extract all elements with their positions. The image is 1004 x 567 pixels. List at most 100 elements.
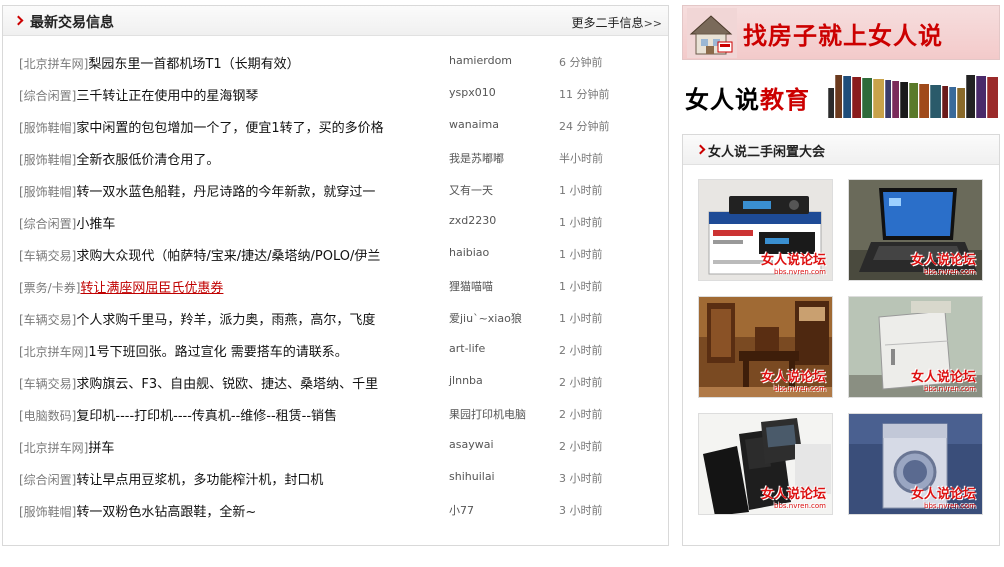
trade-user-link[interactable]: 果园打印机电脑 <box>449 406 526 422</box>
trade-category-link[interactable]: [电脑数码] <box>19 409 76 423</box>
latest-trade-title: 最新交易信息 <box>30 15 114 31</box>
watermark-url: bbs.nvren.com <box>924 268 976 276</box>
trade-user-link[interactable]: 又有一天 <box>449 182 493 198</box>
trade-entry: [车辆交易]求购旗云、F3、自由舰、锐欧、捷达、桑塔纳、千里 <box>19 373 378 392</box>
bookshelf-icon <box>828 74 1000 118</box>
trade-row: [北京拼车网]拼车 asaywai 2 小时前 <box>3 429 668 461</box>
mini-fridge-photo[interactable]: 女人说论坛 bbs.nvren.com <box>848 296 983 398</box>
more-secondhand-link[interactable]: 更多二手信息>> <box>572 14 662 31</box>
watermark: 女人说论坛 bbs.nvren.com <box>911 483 976 510</box>
trade-category-link[interactable]: [服饰鞋帽] <box>19 505 76 519</box>
trade-title-link[interactable]: 转一双水蓝色船鞋，丹尼诗路的今年新款，就穿过一 <box>76 185 375 200</box>
trade-entry: [车辆交易]个人求购千里马，羚羊，派力奥，雨燕，高尔，飞度 <box>19 309 375 328</box>
trade-category-link[interactable]: [服饰鞋帽] <box>19 121 76 135</box>
trade-category-link[interactable]: [票务/卡券] <box>19 281 80 295</box>
brand-part-b: 教育 <box>760 86 810 114</box>
trade-time: 1 小时前 <box>559 184 603 197</box>
trade-entry: [综合闲置]转让早点用豆浆机，多功能榨汁机，封口机 <box>19 469 323 488</box>
trade-user-link[interactable]: jlnnba <box>449 374 483 387</box>
trade-row: [车辆交易]求购大众现代（帕萨特/宝来/捷达/桑塔纳/POLO/伊兰 haibia… <box>3 237 668 269</box>
trade-user-link[interactable]: zxd2230 <box>449 214 496 227</box>
trade-title-link[interactable]: 小推车 <box>76 217 115 232</box>
watermark: 女人说论坛 bbs.nvren.com <box>761 249 826 276</box>
trade-category-link[interactable]: [综合闲置] <box>19 473 76 487</box>
trade-category-link[interactable]: [服饰鞋帽] <box>19 185 76 199</box>
latest-trade-panel: 最新交易信息 更多二手信息>> [北京拼车网]梨园东里一首都机场T1（长期有效）… <box>2 5 669 546</box>
trade-title-link[interactable]: 转让早点用豆浆机，多功能榨汁机，封口机 <box>76 473 323 488</box>
trade-user-link[interactable]: asaywai <box>449 438 494 451</box>
trade-entry: [综合闲置]小推车 <box>19 213 115 232</box>
trade-list: [北京拼车网]梨园东里一首都机场T1（长期有效） hamierdom 6 分钟前 [综… <box>3 45 668 525</box>
trade-category-link[interactable]: [综合闲置] <box>19 89 76 103</box>
trade-category-link[interactable]: [车辆交易] <box>19 249 76 263</box>
trade-entry: [服饰鞋帽]转一双水蓝色船鞋，丹尼诗路的今年新款，就穿过一 <box>19 181 375 200</box>
book-spine-icon <box>900 82 908 118</box>
book-spine-icon <box>835 75 842 118</box>
house-ad-banner[interactable]: 找房子就上女人说 <box>682 5 1000 60</box>
trade-user-link[interactable]: 狸猫喵喵 <box>449 278 493 294</box>
trade-category-link[interactable]: [北京拼车网] <box>19 441 88 455</box>
trade-title-link[interactable]: 个人求购千里马，羚羊，派力奥，雨燕，高尔，飞度 <box>76 313 375 328</box>
trade-category-link[interactable]: [北京拼车网] <box>19 345 88 359</box>
trade-category-link[interactable]: [北京拼车网] <box>19 57 88 71</box>
trade-user-link[interactable]: art-life <box>449 342 485 355</box>
book-spine-icon <box>885 80 891 118</box>
trade-title-link[interactable]: 三千转让正在使用中的星海钢琴 <box>76 89 258 104</box>
trade-row: [服饰鞋帽]转一双水蓝色船鞋，丹尼诗路的今年新款，就穿过一 又有一天 1 小时前 <box>3 173 668 205</box>
arrow-right-icon <box>697 144 705 156</box>
watermark: 女人说论坛 bbs.nvren.com <box>761 483 826 510</box>
trade-row: [电脑数码]复印机----打印机----传真机--维修--租赁--销售 果园打印机… <box>3 397 668 429</box>
car-stereo-photo[interactable]: 女人说论坛 bbs.nvren.com <box>698 179 833 281</box>
laptop-photo[interactable]: 女人说论坛 bbs.nvren.com <box>848 179 983 281</box>
trade-user-link[interactable]: 我是苏嘟嘟 <box>449 150 504 166</box>
trade-row: [服饰鞋帽]家中闲置的包包增加一个了，便宜1转了，买的多价格 wanaima 24 … <box>3 109 668 141</box>
trade-user-link[interactable]: 小77 <box>449 502 474 518</box>
trade-title-link[interactable]: 求购旗云、F3、自由舰、锐欧、捷达、桑塔纳、千里 <box>76 377 378 392</box>
trade-user-link[interactable]: 爱jiu`~xiao狼 <box>449 310 522 326</box>
washing-machine-photo[interactable]: 女人说论坛 bbs.nvren.com <box>848 413 983 515</box>
trade-title-link[interactable]: 1号下班回张。路过宣化 需要搭车的请联系。 <box>88 345 347 360</box>
trade-entry: [服饰鞋帽]转一双粉色水钻高跟鞋，全新~ <box>19 501 256 520</box>
trade-user-link[interactable]: wanaima <box>449 118 499 131</box>
trade-entry: [北京拼车网]拼车 <box>19 437 114 456</box>
book-spine-icon <box>987 77 998 118</box>
book-spine-icon <box>919 84 929 118</box>
trade-category-link[interactable]: [综合闲置] <box>19 217 76 231</box>
trade-category-link[interactable]: [服饰鞋帽] <box>19 153 76 167</box>
trade-title-link[interactable]: 转一双粉色水钻高跟鞋，全新~ <box>76 505 256 520</box>
trade-title-link[interactable]: 复印机----打印机----传真机--维修--租赁--销售 <box>76 409 337 424</box>
trade-user-link[interactable]: yspx010 <box>449 86 496 99</box>
trade-title-link[interactable]: 全新衣服低价清仓用了。 <box>76 153 219 168</box>
trade-time: 24 分钟前 <box>559 120 610 133</box>
trade-user-link[interactable]: shihuilai <box>449 470 495 483</box>
watermark-text: 女人说论坛 <box>760 487 826 502</box>
trade-user-link[interactable]: haibiao <box>449 246 489 259</box>
trade-entry: [综合闲置]三千转让正在使用中的星海钢琴 <box>19 85 258 104</box>
trade-title-link[interactable]: 家中闲置的包包增加一个了，便宜1转了，买的多价格 <box>76 121 383 136</box>
brand-part-a: 女人说 <box>685 86 760 114</box>
watermark-url: bbs.nvren.com <box>924 385 976 393</box>
trade-time: 11 分钟前 <box>559 88 610 101</box>
phones-photo[interactable]: 女人说论坛 bbs.nvren.com <box>698 413 833 515</box>
trade-category-link[interactable]: [车辆交易] <box>19 377 76 391</box>
education-ad-banner[interactable]: 女人说教育 <box>682 68 1000 120</box>
trade-row: [票务/卡券]转让满座网屈臣氏优惠券 狸猫喵喵 1 小时前 <box>3 269 668 301</box>
watermark-url: bbs.nvren.com <box>774 385 826 393</box>
trade-title-link[interactable]: 求购大众现代（帕萨特/宝来/捷达/桑塔纳/POLO/伊兰 <box>76 249 380 264</box>
trade-time: 2 小时前 <box>559 440 603 453</box>
wooden-furniture-photo[interactable]: 女人说论坛 bbs.nvren.com <box>698 296 833 398</box>
trade-category-link[interactable]: [车辆交易] <box>19 313 76 327</box>
trade-title-link[interactable]: 转让满座网屈臣氏优惠券 <box>80 281 223 296</box>
trade-time: 1 小时前 <box>559 216 603 229</box>
trade-title-link[interactable]: 拼车 <box>88 441 114 456</box>
trade-time: 1 小时前 <box>559 280 603 293</box>
trade-title-link[interactable]: 梨园东里一首都机场T1（长期有效） <box>88 57 299 72</box>
watermark-text: 女人说论坛 <box>760 370 826 385</box>
trade-user-link[interactable]: hamierdom <box>449 54 512 67</box>
book-spine-icon <box>930 85 941 118</box>
watermark-url: bbs.nvren.com <box>924 502 976 510</box>
secondhand-header: 女人说二手闲置大会 <box>683 135 999 165</box>
book-spine-icon <box>976 76 986 118</box>
book-spine-icon <box>966 75 975 118</box>
watermark-text: 女人说论坛 <box>910 487 976 502</box>
